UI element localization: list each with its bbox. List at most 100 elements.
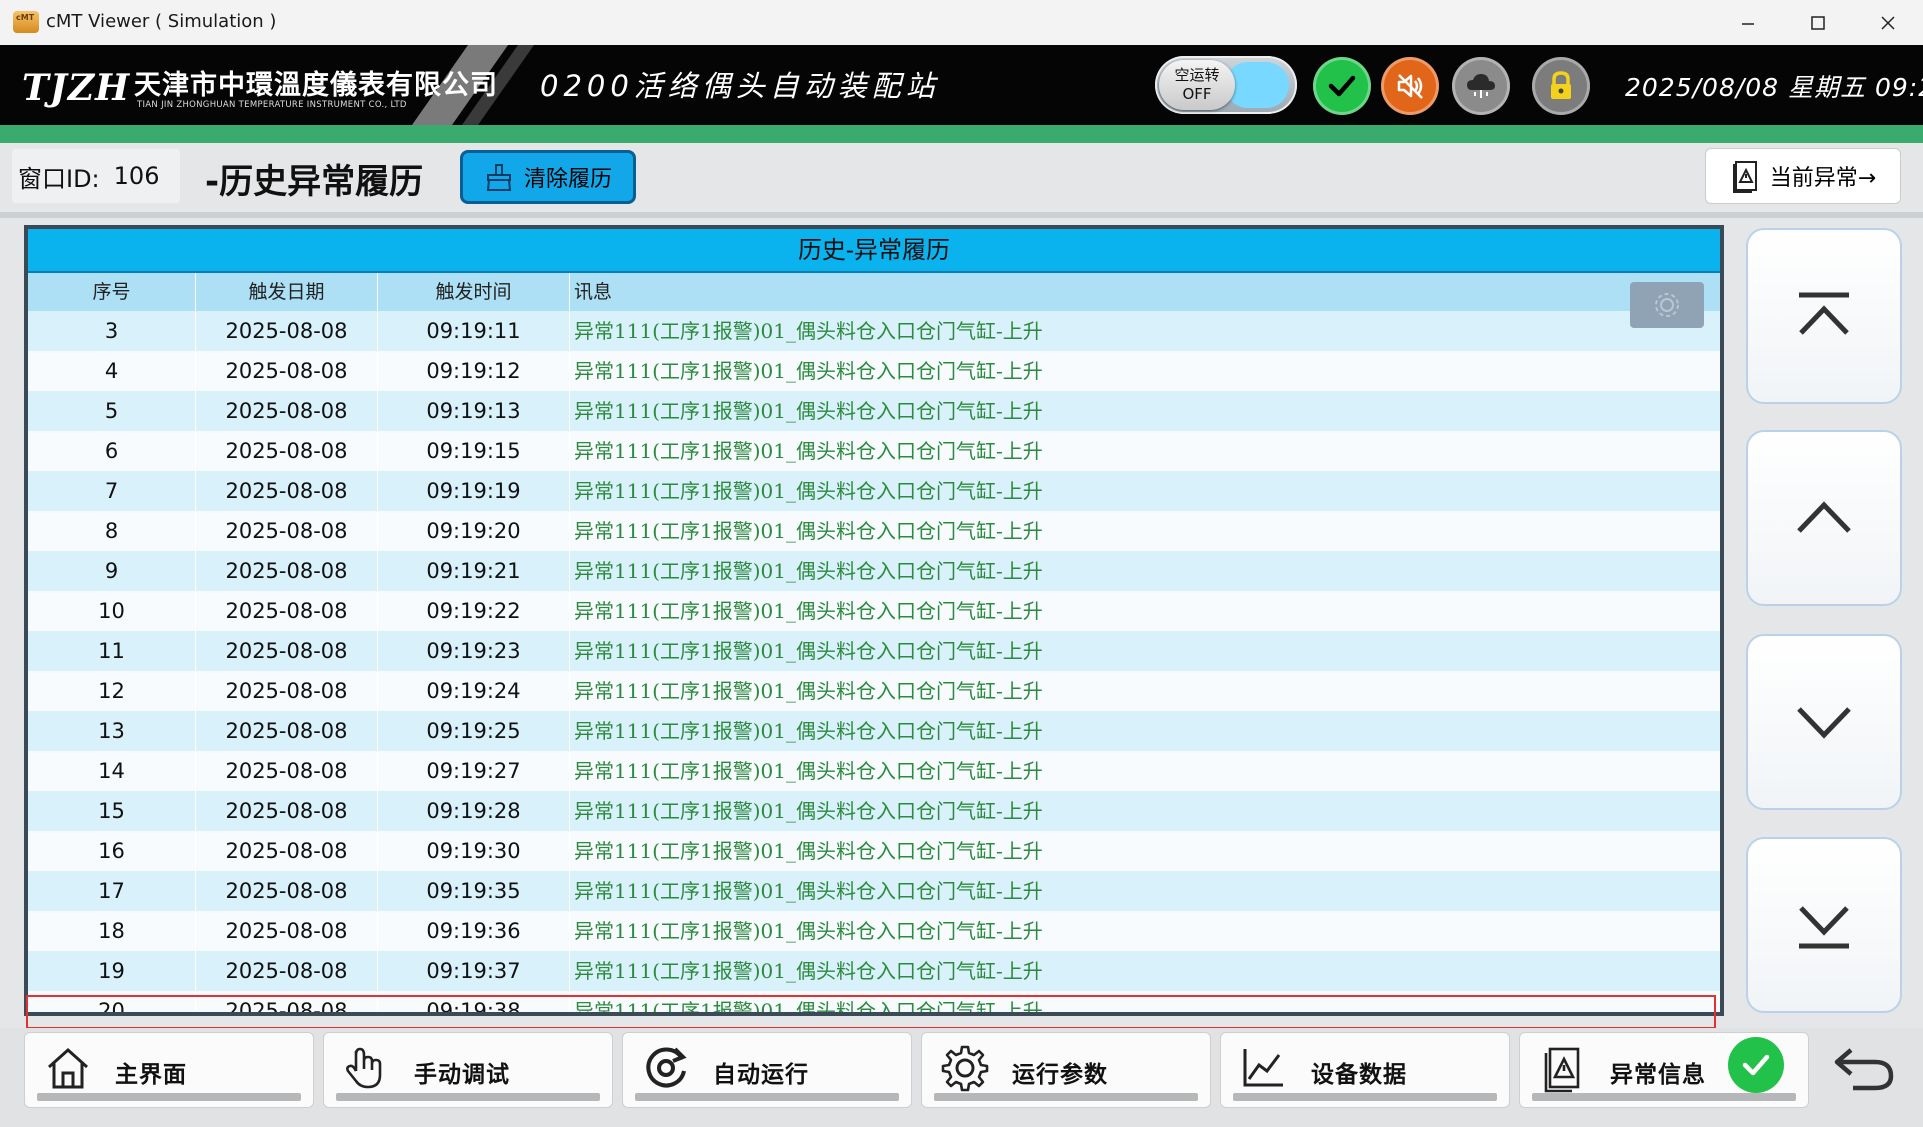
table-header: 序号 触发日期 触发时间 讯息 — [28, 273, 1720, 311]
cell-message: 异常111(工序1报警)01_偶头料仓入口仓门气缸-上升 — [574, 599, 1043, 623]
current-alarm-button[interactable]: 当前异常→ — [1705, 148, 1901, 204]
nav-home-button[interactable]: 主界面 — [24, 1032, 314, 1108]
table-body[interactable]: 3 2025-08-08 09:19:11 异常111(工序1报警)01_偶头料仓入口… — [28, 311, 1720, 1012]
divider — [0, 212, 1923, 218]
table-row[interactable]: 11 2025-08-08 09:19:23 异常111(工序1报警)01_偶头料仓入… — [28, 631, 1720, 671]
cell-message: 异常111(工序1报警)01_偶头料仓入口仓门气缸-上升 — [574, 359, 1043, 383]
cell-seq: 6 — [28, 431, 196, 471]
alarm-history-table: 历史-异常履历 序号 触发日期 触发时间 讯息 3 2025-08-08 09:19… — [24, 225, 1724, 1016]
scroll-bottom-button[interactable] — [1746, 837, 1902, 1013]
cell-message: 异常111(工序1报警)01_偶头料仓入口仓门气缸-上升 — [574, 679, 1043, 703]
cell-time: 09:19:37 — [378, 951, 570, 991]
minimize-button[interactable] — [1713, 0, 1783, 45]
table-row[interactable]: 10 2025-08-08 09:19:22 异常111(工序1报警)01_偶头料仓入… — [28, 591, 1720, 631]
toggle-knob: 空运转 OFF — [1159, 60, 1235, 110]
nav-underline — [1233, 1093, 1497, 1101]
close-button[interactable] — [1853, 0, 1923, 45]
cell-date: 2025-08-08 — [196, 311, 378, 351]
nav-manual-button[interactable]: 手动调试 — [323, 1032, 613, 1108]
nav-auto-button[interactable]: 自动运行 — [622, 1032, 912, 1108]
lock-button[interactable] — [1532, 57, 1590, 115]
nav-underline — [37, 1093, 301, 1101]
col-header-message[interactable]: 讯息 — [570, 273, 1720, 311]
toggle-label: 空运转 — [1174, 66, 1220, 84]
cell-date: 2025-08-08 — [196, 351, 378, 391]
check-icon — [1742, 1054, 1770, 1076]
table-row[interactable]: 6 2025-08-08 09:19:15 异常111(工序1报警)01_偶头料仓入口… — [28, 431, 1720, 471]
nav-data-button[interactable]: 设备数据 — [1220, 1032, 1510, 1108]
cell-seq: 14 — [28, 751, 196, 791]
table-row[interactable]: 16 2025-08-08 09:19:30 异常111(工序1报警)01_偶头料仓入… — [28, 831, 1720, 871]
current-alarm-label: 当前异常→ — [1769, 166, 1877, 191]
cell-date: 2025-08-08 — [196, 951, 378, 991]
table-row[interactable]: 4 2025-08-08 09:19:12 异常111(工序1报警)01_偶头料仓入口… — [28, 351, 1720, 391]
dry-run-toggle[interactable]: 空运转 OFF — [1155, 56, 1297, 114]
nav-alarm-button[interactable]: 异常信息 — [1519, 1032, 1809, 1108]
cell-message: 异常111(工序1报警)01_偶头料仓入口仓门气缸-上升 — [574, 559, 1043, 583]
alarm-ok-badge — [1728, 1037, 1784, 1093]
table-row[interactable]: 15 2025-08-08 09:19:28 异常111(工序1报警)01_偶头料仓入… — [28, 791, 1720, 831]
cell-time: 09:19:24 — [378, 671, 570, 711]
cell-date: 2025-08-08 — [196, 591, 378, 631]
table-row[interactable]: 17 2025-08-08 09:19:35 异常111(工序1报警)01_偶头料仓入… — [28, 871, 1720, 911]
cell-date: 2025-08-08 — [196, 511, 378, 551]
scroll-down-button[interactable] — [1746, 634, 1902, 810]
col-header-date[interactable]: 触发日期 — [196, 273, 378, 311]
scroll-up-button[interactable] — [1746, 430, 1902, 606]
logo-mark: TJZH — [22, 67, 131, 109]
col-header-seq[interactable]: 序号 — [28, 273, 196, 311]
table-settings-button[interactable] — [1630, 282, 1704, 328]
gear-icon — [1655, 293, 1679, 317]
nav-auto-label: 自动运行 — [713, 1062, 809, 1088]
scroll-top-button[interactable] — [1746, 228, 1902, 404]
table-row[interactable]: 14 2025-08-08 09:19:27 异常111(工序1报警)01_偶头料仓入… — [28, 751, 1720, 791]
cell-date: 2025-08-08 — [196, 671, 378, 711]
cell-date: 2025-08-08 — [196, 711, 378, 751]
cell-date: 2025-08-08 — [196, 631, 378, 671]
table-row[interactable]: 8 2025-08-08 09:19:20 异常111(工序1报警)01_偶头料仓入口… — [28, 511, 1720, 551]
cloud-icon — [1467, 74, 1495, 98]
cell-seq: 15 — [28, 791, 196, 831]
back-button[interactable] — [1826, 1038, 1902, 1098]
cell-date: 2025-08-08 — [196, 551, 378, 591]
cell-seq: 17 — [28, 871, 196, 911]
back-arrow-icon — [1834, 1048, 1894, 1091]
cell-time: 09:19:15 — [378, 431, 570, 471]
nav-params-button[interactable]: 运行参数 — [921, 1032, 1211, 1108]
table-row[interactable]: 13 2025-08-08 09:19:25 异常111(工序1报警)01_偶头料仓入… — [28, 711, 1720, 751]
table-row[interactable]: 5 2025-08-08 09:19:13 异常111(工序1报警)01_偶头料仓入口… — [28, 391, 1720, 431]
cell-date: 2025-08-08 — [196, 911, 378, 951]
cell-time: 09:19:30 — [378, 831, 570, 871]
window-titlebar: cMT cMT Viewer ( Simulation ) — [0, 0, 1923, 46]
gear-icon — [938, 1041, 992, 1095]
scroll-top-icon — [1799, 292, 1849, 335]
clear-history-button[interactable]: 清除履历 — [460, 150, 636, 204]
scroll-down-icon — [1797, 707, 1851, 739]
close-icon — [1881, 15, 1895, 30]
cell-date: 2025-08-08 — [196, 871, 378, 911]
selected-row-highlight — [26, 995, 1716, 1029]
network-button[interactable] — [1452, 57, 1510, 115]
cell-time: 09:19:25 — [378, 711, 570, 751]
nav-params-label: 运行参数 — [1012, 1062, 1108, 1088]
col-header-time[interactable]: 触发时间 — [378, 273, 570, 311]
cell-seq: 12 — [28, 671, 196, 711]
maximize-button[interactable] — [1783, 0, 1853, 45]
cell-time: 09:19:19 — [378, 471, 570, 511]
table-row[interactable]: 3 2025-08-08 09:19:11 异常111(工序1报警)01_偶头料仓入口… — [28, 311, 1720, 351]
line-chart-icon — [1237, 1041, 1291, 1095]
cell-message: 异常111(工序1报警)01_偶头料仓入口仓门气缸-上升 — [574, 879, 1043, 903]
cell-date: 2025-08-08 — [196, 831, 378, 871]
table-row[interactable]: 7 2025-08-08 09:19:19 异常111(工序1报警)01_偶头料仓入口… — [28, 471, 1720, 511]
clear-history-label: 清除履历 — [523, 167, 612, 192]
home-icon — [41, 1041, 95, 1095]
table-row[interactable]: 12 2025-08-08 09:19:24 异常111(工序1报警)01_偶头料仓入… — [28, 671, 1720, 711]
scroll-bottom-icon — [1799, 906, 1849, 949]
table-row[interactable]: 19 2025-08-08 09:19:37 异常111(工序1报警)01_偶头料仓入… — [28, 951, 1720, 991]
mute-button[interactable] — [1381, 57, 1439, 115]
table-row[interactable]: 18 2025-08-08 09:19:36 异常111(工序1报警)01_偶头料仓入… — [28, 911, 1720, 951]
status-ok-button[interactable] — [1313, 57, 1371, 115]
table-row[interactable]: 9 2025-08-08 09:19:21 异常111(工序1报警)01_偶头料仓入口… — [28, 551, 1720, 591]
cell-time: 09:19:13 — [378, 391, 570, 431]
maximize-icon — [1811, 15, 1825, 30]
